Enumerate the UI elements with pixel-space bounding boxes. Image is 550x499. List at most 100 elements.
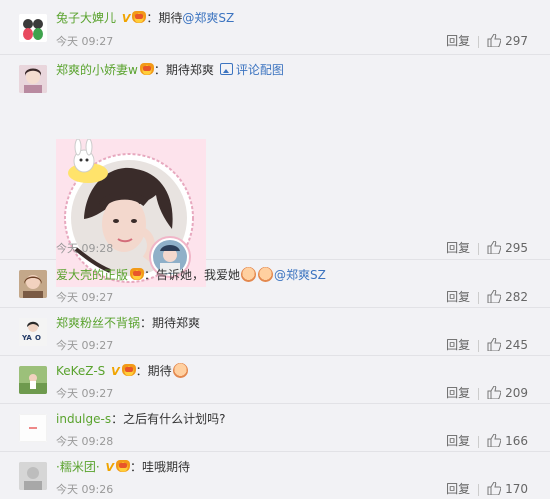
like-count: 295 [505, 241, 528, 255]
reply-button[interactable]: 回复 [446, 34, 470, 48]
like-thumb-icon[interactable] [487, 480, 502, 498]
member-crown-icon [121, 364, 136, 376]
mention-link[interactable]: @郑爽SZ [182, 11, 234, 25]
emoji-icon [241, 267, 257, 282]
avatar[interactable] [19, 65, 47, 93]
vip-v-icon: V [105, 461, 114, 474]
comment-actions: 回复 295 [446, 239, 528, 257]
comment-actions: 回复 166 [446, 432, 528, 450]
comment-item: ·糯米团· V ：哇哦期待 今天 09:26 回复 170 [0, 452, 550, 499]
comment-time: 今天 09:27 [56, 35, 114, 48]
comment-time: 今天 09:28 [56, 242, 114, 255]
member-crown-icon [115, 460, 130, 472]
comment-actions: 回复 282 [446, 288, 528, 306]
comment-item: 爱大壳的正版 ：告诉她，我爱她 @郑爽SZ 今天 09:27 回复 282 [0, 260, 550, 308]
comment-actions: 回复 209 [446, 384, 528, 402]
comment-line: 爱大壳的正版 ：告诉她，我爱她 @郑爽SZ [56, 267, 326, 283]
divider [478, 483, 480, 496]
like-count: 245 [505, 338, 528, 352]
reply-button[interactable]: 回复 [446, 434, 470, 448]
colon: ： [140, 316, 153, 330]
like-count: 297 [505, 34, 528, 48]
member-crown-icon [130, 268, 145, 280]
comment-feed: 兔子大婢儿 V ：期待@郑爽SZ 今天 09:27 回复 297 郑爽的小娇妻w ：期… [0, 0, 550, 499]
username-link[interactable]: ·糯米团· [56, 460, 100, 474]
like-thumb-icon[interactable] [487, 384, 502, 402]
comment-line: indulge-s：之后有什么计划吗? [56, 411, 225, 427]
comment-image-link[interactable]: 评论配图 [219, 63, 284, 77]
divider [478, 291, 480, 304]
comment-time: 今天 09:27 [56, 339, 114, 352]
comment-line: 兔子大婢儿 V ：期待@郑爽SZ [56, 10, 234, 26]
avatar[interactable]: YA O [19, 318, 47, 346]
username-link[interactable]: KeKeZ-S [56, 364, 105, 378]
comment-line: 郑爽粉丝不背锅：期待郑爽 [56, 315, 200, 331]
svg-text:YA: YA [21, 334, 32, 342]
comment-item: YA O 郑爽粉丝不背锅：期待郑爽 今天 09:27 回复 245 [0, 308, 550, 356]
image-icon [219, 63, 233, 75]
member-crown-icon [132, 11, 147, 23]
comment-text: 之后有什么计划吗? [123, 412, 226, 426]
comment-item: indulge-s：之后有什么计划吗? 今天 09:28 回复 166 [0, 404, 550, 452]
comment-text: 期待郑爽 [165, 63, 214, 77]
comment-line: ·糯米团· V ：哇哦期待 [56, 459, 190, 475]
like-thumb-icon[interactable] [487, 239, 502, 257]
colon: ： [146, 11, 159, 25]
reply-button[interactable]: 回复 [446, 241, 470, 255]
comment-line: KeKeZ-S V ：期待 [56, 363, 189, 379]
reply-button[interactable]: 回复 [446, 386, 470, 400]
comment-time: 今天 09:28 [56, 435, 114, 448]
comment-text: 期待 [147, 364, 172, 378]
avatar[interactable] [19, 366, 47, 394]
comment-time: 今天 09:27 [56, 387, 114, 400]
comment-item: KeKeZ-S V ：期待 今天 09:27 回复 209 [0, 356, 550, 404]
divider [478, 387, 480, 400]
like-count: 166 [505, 434, 528, 448]
colon: ： [129, 460, 142, 474]
divider [478, 242, 480, 255]
divider [478, 35, 480, 48]
reply-button[interactable]: 回复 [446, 482, 470, 496]
like-thumb-icon[interactable] [487, 432, 502, 450]
like-thumb-icon[interactable] [487, 288, 502, 306]
comment-line: 郑爽的小娇妻w ：期待郑爽 评论配图 [56, 62, 284, 78]
avatar[interactable] [19, 14, 47, 42]
divider [478, 435, 480, 448]
avatar[interactable] [19, 270, 47, 298]
avatar[interactable] [19, 414, 47, 442]
comment-item: 郑爽的小娇妻w ：期待郑爽 评论配图 今天 09:28 回复 295 [0, 55, 550, 287]
like-count: 170 [505, 482, 528, 496]
comment-actions: 回复 170 [446, 480, 528, 498]
comment-item: 兔子大婢儿 V ：期待@郑爽SZ 今天 09:27 回复 297 [0, 0, 550, 55]
colon: ： [153, 63, 166, 77]
vip-v-icon: V [111, 365, 120, 378]
mention-link[interactable]: @郑爽SZ [274, 268, 326, 282]
username-link[interactable]: 爱大壳的正版 [56, 268, 128, 282]
like-count: 282 [505, 290, 528, 304]
member-crown-icon [139, 63, 154, 75]
colon: ： [111, 412, 124, 426]
reply-button[interactable]: 回复 [446, 290, 470, 304]
avatar[interactable] [19, 462, 47, 490]
reply-button[interactable]: 回复 [446, 338, 470, 352]
comment-image-label: 评论配图 [235, 63, 284, 77]
comment-text: 告诉她，我爱她 [156, 268, 241, 282]
emoji-icon [172, 363, 188, 378]
comment-text: 哇哦期待 [142, 460, 191, 474]
comment-time: 今天 09:27 [56, 291, 114, 304]
comment-actions: 回复 245 [446, 336, 528, 354]
vip-v-icon: V [121, 12, 131, 25]
comment-text: 期待郑爽 [152, 316, 201, 330]
comment-actions: 回复 297 [446, 32, 528, 50]
colon: ： [135, 364, 148, 378]
username-link[interactable]: 郑爽的小娇妻w [56, 63, 138, 77]
username-link[interactable]: 兔子大婢儿 [56, 11, 116, 25]
username-link[interactable]: indulge-s [56, 412, 111, 426]
emoji-icon [258, 267, 274, 282]
svg-text:O: O [35, 334, 41, 342]
like-thumb-icon[interactable] [487, 32, 502, 50]
like-thumb-icon[interactable] [487, 336, 502, 354]
colon: ： [144, 268, 157, 282]
comment-text: 期待 [158, 11, 183, 25]
username-link[interactable]: 郑爽粉丝不背锅 [56, 316, 140, 330]
